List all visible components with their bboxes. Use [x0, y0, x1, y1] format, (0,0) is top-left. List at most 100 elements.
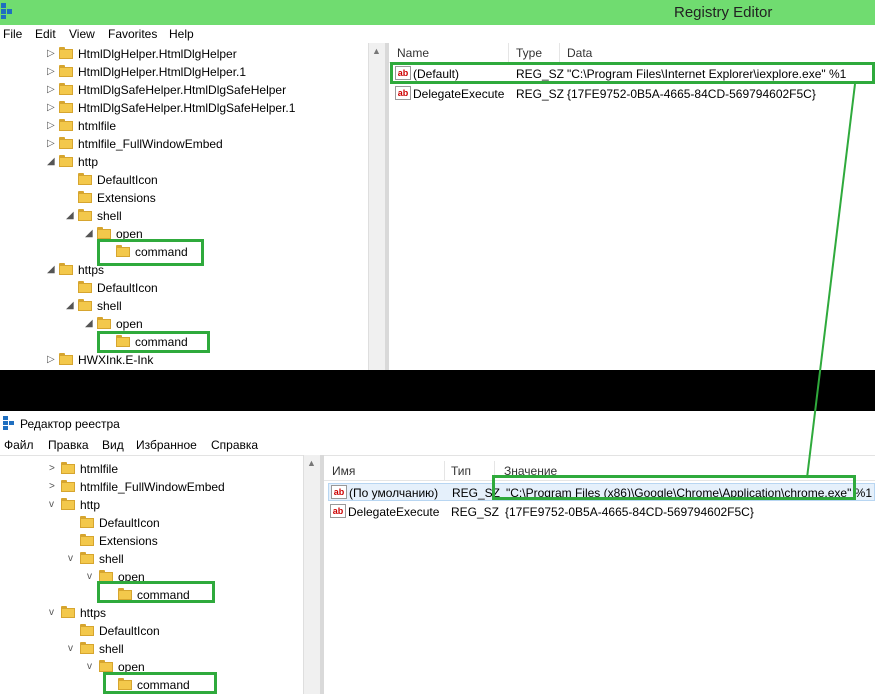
tree-item[interactable]: ▷ htmlfile	[0, 117, 368, 135]
folder-icon	[97, 227, 111, 239]
folder-icon	[59, 47, 73, 59]
tree-item[interactable]: ▷ HtmlDlgHelper.HtmlDlgHelper.1	[0, 63, 368, 81]
tree-item[interactable]: DefaultIcon	[0, 171, 368, 189]
collapse-arrow-icon[interactable]: v	[87, 661, 92, 672]
tree-item[interactable]: DefaultIcon	[0, 279, 368, 297]
expand-arrow-icon[interactable]: >	[49, 481, 55, 492]
menu-favorites[interactable]: Избранное	[136, 438, 197, 452]
collapse-arrow-icon[interactable]: ◢	[47, 264, 55, 275]
folder-icon	[61, 498, 75, 510]
expand-arrow-icon[interactable]: >	[49, 463, 55, 474]
tree-item[interactable]: ▷ HtmlDlgHelper.HtmlDlgHelper	[0, 45, 368, 63]
tree-item[interactable]: > htmlfile_FullWindowEmbed	[0, 478, 303, 496]
collapse-arrow-icon[interactable]: v	[49, 499, 54, 510]
reg-string-icon: ab	[330, 504, 346, 518]
tree-item-label: HWXInk.E-Ink	[78, 353, 154, 367]
value-name: (По умолчанию)	[349, 486, 439, 500]
scroll-up-icon[interactable]: ▲	[307, 458, 316, 468]
title-bar[interactable]: Registry Editor	[0, 0, 875, 25]
tree-item-label: DefaultIcon	[97, 281, 158, 295]
tree-item[interactable]: v shell	[0, 640, 303, 658]
menu-file[interactable]: Файл	[4, 438, 34, 452]
folder-icon	[78, 209, 92, 221]
value-row-delegate[interactable]: ab DelegateExecute REG_SZ {17FE9752-0B5A…	[328, 503, 875, 521]
menu-bar: File Edit View Favorites Help	[0, 25, 875, 43]
menu-edit[interactable]: Правка	[48, 438, 89, 452]
value-list[interactable]: Name Type Data ab (Default) REG_SZ "C:\P…	[389, 43, 875, 370]
folder-icon	[59, 101, 73, 113]
tree-item-label: htmlfile	[80, 462, 119, 476]
collapse-arrow-icon[interactable]: v	[68, 553, 73, 564]
column-name[interactable]: Name	[397, 46, 429, 60]
collapse-arrow-icon[interactable]: v	[87, 571, 92, 582]
tree-item[interactable]: v https	[0, 604, 303, 622]
tree-item-label: https	[80, 606, 107, 620]
menu-help[interactable]: Help	[169, 27, 194, 41]
tree-item-label: shell	[99, 552, 124, 566]
collapse-arrow-icon[interactable]: ◢	[85, 228, 93, 239]
tree-item[interactable]: ◢ shell	[0, 207, 368, 225]
collapse-arrow-icon[interactable]: ◢	[85, 318, 93, 329]
tree-item[interactable]: ▷ HtmlDlgSafeHelper.HtmlDlgSafeHelper.1	[0, 99, 368, 117]
tree-item-label: HtmlDlgHelper.HtmlDlgHelper	[78, 47, 237, 61]
tree-item-label: HtmlDlgHelper.HtmlDlgHelper.1	[78, 65, 247, 79]
value-type: REG_SZ	[516, 87, 565, 101]
tree-item[interactable]: DefaultIcon	[0, 514, 303, 532]
folder-icon	[97, 317, 111, 329]
title-bar[interactable]: Редактор реестра	[0, 411, 875, 435]
menu-edit[interactable]: Edit	[35, 27, 56, 41]
collapse-arrow-icon[interactable]: v	[49, 607, 54, 618]
tree-item[interactable]: Extensions	[0, 532, 303, 550]
expand-arrow-icon[interactable]: ▷	[47, 120, 55, 131]
collapse-arrow-icon[interactable]: ◢	[47, 156, 55, 167]
value-row-delegate[interactable]: ab DelegateExecute REG_SZ {17FE9752-0B5A…	[389, 85, 875, 103]
expand-arrow-icon[interactable]: ▷	[47, 48, 55, 59]
collapse-arrow-icon[interactable]: ◢	[66, 300, 74, 311]
menu-favorites[interactable]: Favorites	[108, 27, 157, 41]
folder-icon	[78, 173, 92, 185]
tree-item[interactable]: Extensions	[0, 189, 368, 207]
tree-item[interactable]: ◢ http	[0, 153, 368, 171]
folder-icon	[61, 606, 75, 618]
scroll-up-icon[interactable]: ▲	[372, 46, 381, 56]
tree-item-label: shell	[97, 209, 122, 223]
window-title: Редактор реестра	[20, 417, 120, 431]
window-title: Registry Editor	[674, 4, 773, 21]
column-data[interactable]: Data	[567, 46, 592, 60]
expand-arrow-icon[interactable]: ▷	[47, 66, 55, 77]
tree-item[interactable]: DefaultIcon	[0, 622, 303, 640]
column-type[interactable]: Type	[516, 46, 542, 60]
collapse-arrow-icon[interactable]: ◢	[66, 210, 74, 221]
tree-scrollbar[interactable]: ▲	[303, 455, 320, 694]
folder-icon	[59, 65, 73, 77]
menu-view[interactable]: Вид	[102, 438, 124, 452]
highlight-default-value	[492, 475, 856, 500]
tree-item[interactable]: v shell	[0, 550, 303, 568]
folder-icon	[61, 480, 75, 492]
registry-editor-window-en: Registry Editor File Edit View Favorites…	[0, 0, 875, 370]
tree-item[interactable]: ▷ HtmlDlgSafeHelper.HtmlDlgSafeHelper	[0, 81, 368, 99]
collapse-arrow-icon[interactable]: v	[68, 643, 73, 654]
menu-help[interactable]: Справка	[211, 438, 258, 452]
expand-arrow-icon[interactable]: ▷	[47, 102, 55, 113]
folder-icon	[59, 263, 73, 275]
folder-icon	[80, 552, 94, 564]
expand-arrow-icon[interactable]: ▷	[47, 138, 55, 149]
column-type[interactable]: Тип	[451, 464, 471, 478]
key-tree[interactable]: ▷ HtmlDlgHelper.HtmlDlgHelper ▷ HtmlDlgHelp…	[0, 43, 368, 370]
tree-item[interactable]: ▷ htmlfile_FullWindowEmbed	[0, 135, 368, 153]
menu-view[interactable]: View	[69, 27, 95, 41]
menu-file[interactable]: File	[3, 27, 22, 41]
expand-arrow-icon[interactable]: ▷	[47, 354, 55, 365]
reg-string-icon: ab	[395, 86, 411, 100]
expand-arrow-icon[interactable]: ▷	[47, 84, 55, 95]
registry-editor-window-ru: Редактор реестра Файл Правка Вид Избранн…	[0, 411, 875, 694]
tree-item[interactable]: > htmlfile	[0, 460, 303, 478]
tree-item[interactable]: ▷ HWXInk.E-Ink	[0, 351, 368, 369]
key-tree[interactable]: > htmlfile > htmlfile_FullWindowEmbed v http D…	[0, 455, 303, 694]
tree-scrollbar[interactable]: ▲	[368, 43, 385, 370]
tree-item[interactable]: ◢ shell	[0, 297, 368, 315]
tree-item-label: shell	[99, 642, 124, 656]
column-name[interactable]: Имя	[332, 464, 355, 478]
tree-item[interactable]: v http	[0, 496, 303, 514]
